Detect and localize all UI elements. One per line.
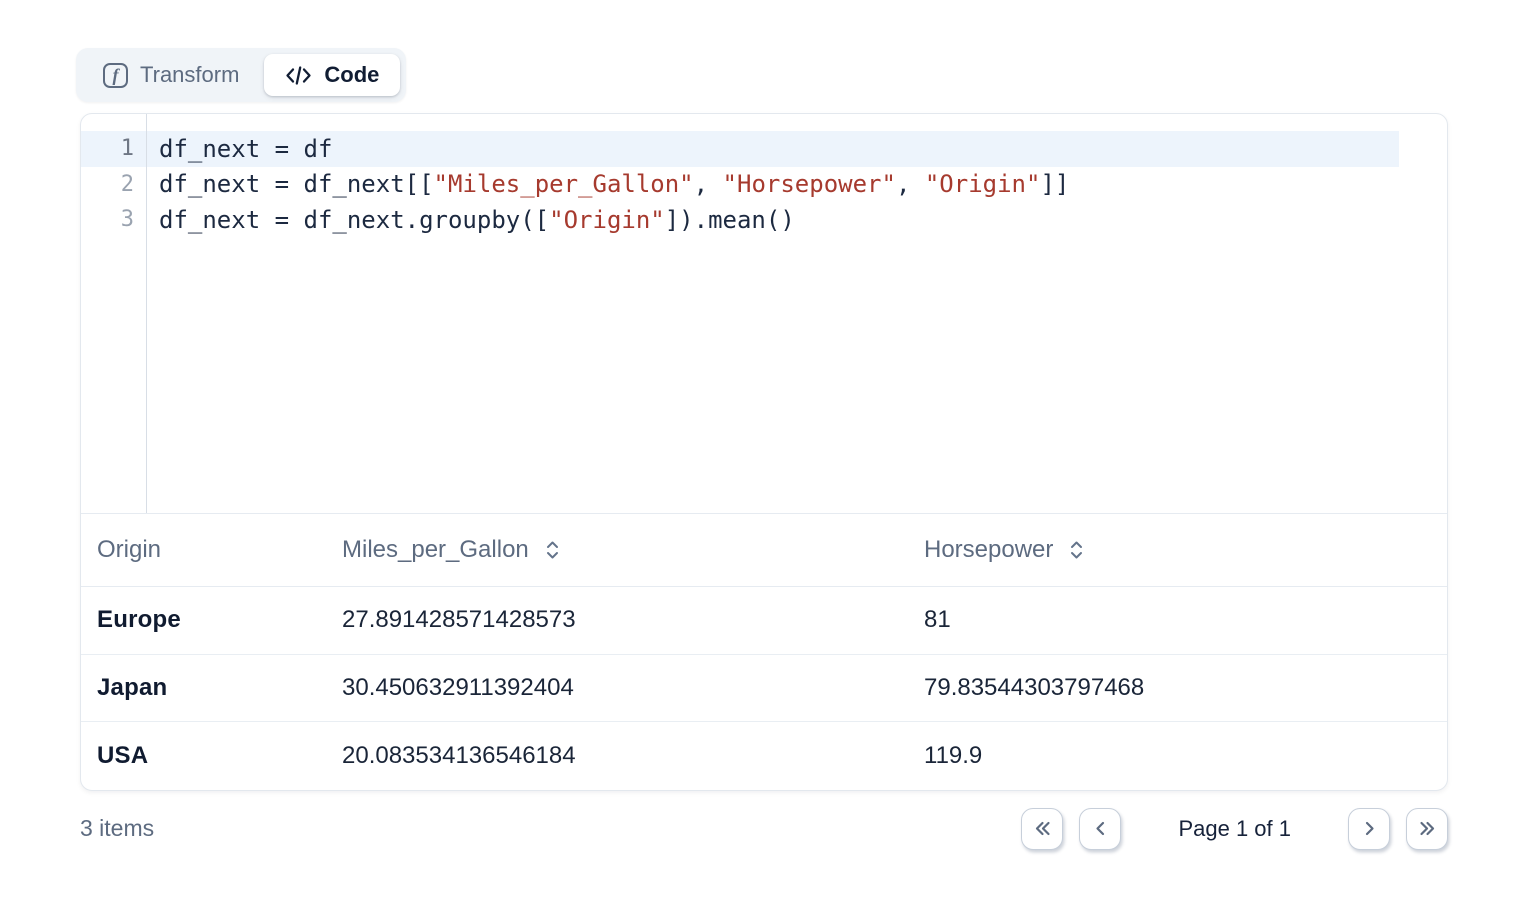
cell-miles-per-gallon: 30.450632911392404: [326, 674, 908, 702]
code-token-string: "Horsepower": [723, 170, 896, 198]
column-header-miles_per_gallon[interactable]: Miles_per_Gallon: [326, 536, 908, 564]
code-line: 2 df_next = df_next[["Miles_per_Gallon",…: [81, 167, 1399, 203]
chevron-left-icon: [1090, 819, 1111, 838]
previous-page-button[interactable]: [1079, 808, 1121, 850]
code-line: 1 df_next = df: [81, 131, 1399, 167]
items-count: 3 items: [80, 815, 154, 842]
sort-icon: [1067, 538, 1086, 562]
column-header-label: Miles_per_Gallon: [342, 536, 529, 564]
cell-horsepower: 79.83544303797468: [908, 674, 1447, 702]
column-header-horsepower[interactable]: Horsepower: [908, 536, 1447, 564]
sort-button[interactable]: [543, 538, 562, 562]
tab-code[interactable]: Code: [264, 54, 400, 96]
last-page-button[interactable]: [1406, 808, 1448, 850]
table-header-row: Origin Miles_per_Gallon Horsepower: [81, 514, 1447, 587]
chevron-right-icon: [1359, 819, 1380, 838]
tab-transform[interactable]: f Transform: [82, 54, 260, 96]
page: f Transform Code 1 df_next = df 2 df_nex…: [0, 0, 1516, 850]
line-number: 3: [81, 207, 147, 232]
code-token: ]]: [1040, 170, 1069, 198]
code-token: df_next = df: [159, 135, 332, 163]
code-and-result-card: 1 df_next = df 2 df_next = df_next[["Mil…: [80, 113, 1448, 791]
cell-miles-per-gallon: 20.083534136546184: [326, 742, 908, 770]
pagination: Page 1 of 1: [1021, 808, 1448, 850]
chevrons-left-icon: [1032, 819, 1053, 838]
column-header-origin: Origin: [81, 536, 326, 564]
code-token: df_next = df_next.groupby([: [159, 206, 549, 234]
code-line-source: df_next = df: [147, 135, 332, 163]
code-token: ,: [896, 170, 925, 198]
line-number: 2: [81, 172, 147, 197]
cell-miles-per-gallon: 27.891428571428573: [326, 606, 908, 634]
code-token: ]).mean(): [665, 206, 795, 234]
view-mode-tabbar: f Transform Code: [76, 48, 406, 102]
cell-origin: Japan: [81, 674, 326, 702]
first-page-button[interactable]: [1021, 808, 1063, 850]
table-row: Europe 27.891428571428573 81: [81, 587, 1447, 655]
code-line-source: df_next = df_next.groupby(["Origin"]).me…: [147, 206, 795, 234]
cell-origin: USA: [81, 742, 326, 770]
code-line: 3 df_next = df_next.groupby(["Origin"]).…: [81, 202, 1399, 238]
next-page-button[interactable]: [1348, 808, 1390, 850]
chevrons-right-icon: [1417, 819, 1438, 838]
code-line-source: df_next = df_next[["Miles_per_Gallon", "…: [147, 170, 1069, 198]
line-number: 1: [81, 136, 147, 161]
code-token-string: "Origin": [925, 170, 1041, 198]
code-editor[interactable]: 1 df_next = df 2 df_next = df_next[["Mil…: [81, 114, 1447, 514]
table-row: Japan 30.450632911392404 79.835443037974…: [81, 655, 1447, 723]
code-token: ,: [694, 170, 723, 198]
cell-origin: Europe: [81, 606, 326, 634]
tab-transform-label: Transform: [140, 62, 239, 88]
table-footer: 3 items Page 1 of 1: [80, 808, 1448, 850]
code-token: df_next = df_next[[: [159, 170, 434, 198]
sort-icon: [543, 538, 562, 562]
column-header-label: Origin: [97, 536, 161, 564]
code-token-string: "Origin": [549, 206, 665, 234]
function-icon: f: [103, 63, 128, 88]
code-icon: [285, 65, 312, 86]
cell-horsepower: 81: [908, 606, 1447, 634]
code-token-string: "Miles_per_Gallon": [434, 170, 694, 198]
table-row: USA 20.083534136546184 119.9: [81, 722, 1447, 790]
table-body: Europe 27.891428571428573 81 Japan 30.45…: [81, 587, 1447, 790]
cell-horsepower: 119.9: [908, 742, 1447, 770]
column-header-label: Horsepower: [924, 536, 1053, 564]
sort-button[interactable]: [1067, 538, 1086, 562]
page-indicator: Page 1 of 1: [1178, 816, 1291, 842]
tab-code-label: Code: [324, 62, 379, 88]
